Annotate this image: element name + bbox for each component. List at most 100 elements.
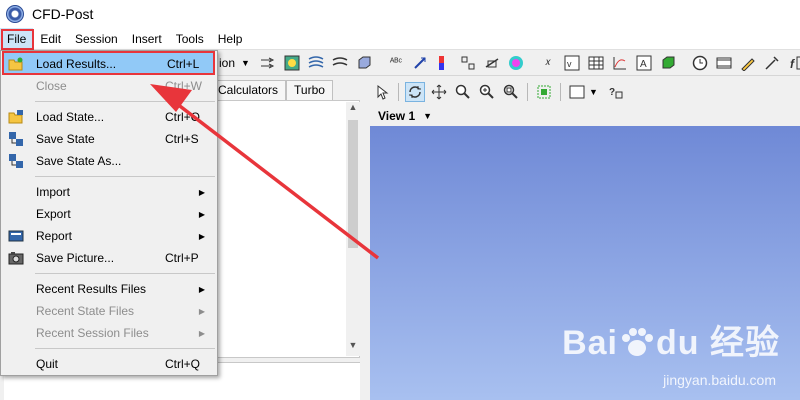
menu-item-recent-results-files[interactable]: Recent Results Files ▶	[1, 278, 217, 300]
menu-item-load-results[interactable]: Load Results... Ctrl+L	[3, 53, 215, 75]
tree-scrollbar[interactable]: ▲ ▼	[346, 102, 360, 356]
menu-item-shortcut: Ctrl+P	[165, 251, 199, 265]
menu-item-import[interactable]: Import ▶	[1, 181, 217, 203]
watermark-cn: 经验	[710, 324, 780, 362]
clock-icon[interactable]	[690, 53, 710, 73]
menu-session[interactable]: Session	[68, 28, 125, 50]
svg-text:v: v	[567, 59, 572, 69]
watermark-brand2: du	[656, 324, 700, 362]
color-map-icon[interactable]	[506, 53, 526, 73]
menu-item-shortcut: Ctrl+W	[165, 79, 202, 93]
svg-text:?: ?	[609, 87, 615, 98]
panel-tabs: Calculators Turbo	[210, 80, 333, 100]
submenu-arrow-icon: ▶	[198, 209, 205, 219]
viewport-layout-icon[interactable]	[567, 82, 587, 102]
text-icon[interactable]: ᴬᴮᶜ	[386, 53, 406, 73]
rotate-icon[interactable]	[405, 82, 425, 102]
menu-file[interactable]: File	[0, 27, 34, 50]
menu-item-save-state-as[interactable]: Save State As...	[1, 150, 217, 172]
variable-icon[interactable]: v	[562, 53, 582, 73]
contour-icon[interactable]	[282, 53, 302, 73]
submenu-arrow-icon: ▶	[198, 187, 205, 197]
tab-calculators[interactable]: Calculators	[210, 80, 287, 100]
chart-icon[interactable]	[610, 53, 630, 73]
menu-tools[interactable]: Tools	[169, 28, 211, 50]
submenu-arrow-icon: ▶	[198, 284, 205, 294]
particle-track-icon[interactable]	[458, 53, 478, 73]
menu-insert[interactable]: Insert	[125, 28, 169, 50]
app-title: CFD-Post	[32, 6, 94, 22]
camera-icon	[8, 250, 24, 266]
menu-separator	[35, 101, 215, 102]
menu-item-load-state[interactable]: Load State... Ctrl+O	[1, 106, 217, 128]
scrollbar-thumb[interactable]	[348, 120, 358, 248]
menu-separator	[35, 176, 215, 177]
zoom-box-icon[interactable]	[501, 82, 521, 102]
figure-icon[interactable]	[658, 53, 678, 73]
menu-item-export[interactable]: Export ▶	[1, 203, 217, 225]
help-query-icon[interactable]: ?	[606, 82, 626, 102]
surface-icon[interactable]	[306, 53, 326, 73]
chevron-down-icon[interactable]: ▼	[589, 87, 598, 97]
menu-item-label: Recent Session Files	[36, 326, 149, 340]
menu-item-recent-state-files: Recent State Files ▶	[1, 300, 217, 322]
watermark: Bai du 经验	[562, 315, 780, 364]
scroll-up-icon[interactable]: ▲	[346, 102, 360, 118]
menu-item-recent-session-files: Recent Session Files ▶	[1, 322, 217, 344]
chevron-down-icon: ▼	[423, 111, 433, 121]
menu-item-quit[interactable]: Quit Ctrl+Q	[1, 353, 217, 375]
comment-icon[interactable]: A	[634, 53, 654, 73]
svg-text:A: A	[640, 59, 647, 70]
clip-plane-icon[interactable]	[482, 53, 502, 73]
toolbar-separator	[398, 83, 399, 101]
menu-item-shortcut: Ctrl+O	[165, 110, 201, 124]
pan-icon[interactable]	[429, 82, 449, 102]
file-menu-dropdown: Load Results... Ctrl+L Close Ctrl+W Load…	[0, 50, 218, 376]
scroll-down-icon[interactable]: ▼	[346, 340, 360, 356]
animation-icon[interactable]	[714, 53, 734, 73]
expression-icon[interactable]: 𝑥	[538, 53, 558, 73]
streamline-icon[interactable]	[258, 53, 278, 73]
chevron-down-icon: ▼	[241, 57, 250, 68]
table-icon[interactable]	[586, 53, 606, 73]
menu-item-report[interactable]: Report ▶	[1, 225, 217, 247]
save-state-icon	[8, 131, 24, 147]
menu-help[interactable]: Help	[211, 28, 250, 50]
menu-bar: File Edit Session Insert Tools Help	[0, 27, 800, 50]
menu-item-label: Import	[36, 185, 71, 199]
folder-open-icon	[8, 56, 24, 72]
menu-item-save-picture[interactable]: Save Picture... Ctrl+P	[1, 247, 217, 269]
probe-icon[interactable]	[762, 53, 782, 73]
quick-edit-icon[interactable]	[738, 53, 758, 73]
submenu-arrow-icon: ▶	[198, 231, 205, 241]
select-pointer-icon[interactable]	[372, 82, 392, 102]
menu-item-shortcut: Ctrl+L	[167, 57, 200, 71]
paw-logo-icon	[622, 328, 653, 356]
toolbar-dropdown-label: ion	[219, 55, 236, 70]
zoom-in-icon[interactable]	[477, 82, 497, 102]
report-icon	[8, 228, 24, 244]
function-calculator-icon[interactable]: f	[786, 53, 800, 73]
menu-item-shortcut: Ctrl+Q	[165, 357, 201, 371]
zoom-icon[interactable]	[453, 82, 473, 102]
menu-item-label: Recent Results Files	[36, 282, 147, 296]
title-bar: CFD-Post	[0, 0, 800, 28]
volume-icon[interactable]	[354, 53, 374, 73]
vector-icon[interactable]	[410, 53, 430, 73]
menu-item-shortcut: Ctrl+S	[165, 132, 199, 146]
toolbar-separator	[527, 83, 528, 101]
menu-item-label: Report	[36, 229, 73, 243]
isosurface-icon[interactable]	[330, 53, 350, 73]
folder-state-icon	[8, 109, 24, 125]
3d-viewport[interactable]: Bai du 经验 jingyan.baidu.com	[370, 126, 800, 400]
submenu-arrow-icon: ▶	[198, 328, 205, 338]
toolbar-location-dropdown[interactable]: ion ▼	[219, 56, 250, 70]
menu-item-save-state[interactable]: Save State Ctrl+S	[1, 128, 217, 150]
fit-view-icon[interactable]	[534, 82, 554, 102]
menu-edit[interactable]: Edit	[33, 28, 68, 50]
legend-icon[interactable]	[434, 53, 454, 73]
menu-separator	[35, 273, 215, 274]
menu-item-label: Export	[36, 207, 71, 221]
tab-turbo[interactable]: Turbo	[286, 80, 333, 100]
view-selector[interactable]: View 1 ▼	[370, 106, 800, 126]
